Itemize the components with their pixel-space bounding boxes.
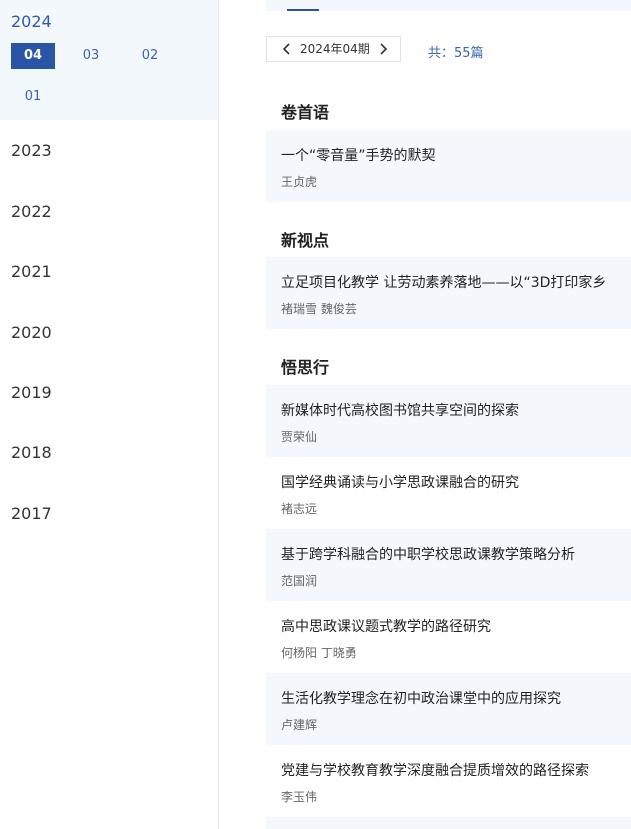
article-authors: 褚志远 <box>281 502 318 516</box>
article-authors: 褚瑞雪 魏俊芸 <box>281 302 357 316</box>
year-2017[interactable]: 2017 <box>11 504 52 523</box>
issue-label[interactable]: 2024年04期 <box>300 37 370 61</box>
article-card-partial <box>266 817 631 829</box>
year-2023[interactable]: 2023 <box>11 141 52 160</box>
year-2020[interactable]: 2020 <box>11 323 52 342</box>
article-authors: 卢建辉 <box>281 718 318 732</box>
article-card[interactable]: 国学经典诵读与小学思政课融合的研究 褚志远 <box>266 457 631 529</box>
article-authors: 贾荣仙 <box>281 430 318 444</box>
chevron-left-icon[interactable] <box>279 37 295 61</box>
article-title[interactable]: 立足项目化教学 让劳动素养落地——以“3D打印家乡 <box>281 272 606 292</box>
section-title: 悟思行 <box>281 358 330 377</box>
issue-selector: 2024年04期 <box>266 36 401 62</box>
article-title[interactable]: 新媒体时代高校图书馆共享空间的探索 <box>281 400 519 420</box>
article-title[interactable]: 一个“零音量”手势的默契 <box>281 145 436 165</box>
article-card[interactable]: 高中思政课议题式教学的路径研究 何杨阳 丁晓勇 <box>266 601 631 673</box>
article-authors: 何杨阳 丁晓勇 <box>281 646 357 660</box>
article-card[interactable]: 基于跨学科融合的中职学校思政课教学策略分析 范国润 <box>266 529 631 601</box>
article-card[interactable]: 一个“零音量”手势的默契 王贞虎 <box>266 130 631 202</box>
article-card[interactable]: 新媒体时代高校图书馆共享空间的探索 贾荣仙 <box>266 385 631 457</box>
article-card[interactable]: 立足项目化教学 让劳动素养落地——以“3D打印家乡 褚瑞雪 魏俊芸 <box>266 257 631 329</box>
year-sidebar: 2024 04 03 02 01 2023 2022 2021 2020 201… <box>0 0 219 829</box>
section-title: 卷首语 <box>281 103 330 122</box>
article-title[interactable]: 国学经典诵读与小学思政课融合的研究 <box>281 472 519 492</box>
section-title: 新视点 <box>281 231 330 250</box>
year-2019[interactable]: 2019 <box>11 383 52 402</box>
article-authors: 范国润 <box>281 574 318 588</box>
month-04[interactable]: 04 <box>11 43 55 69</box>
article-card[interactable]: 党建与学校教育教学深度融合提质增效的路径探索 李玉伟 <box>266 745 631 817</box>
year-2024[interactable]: 2024 <box>11 12 52 31</box>
article-title[interactable]: 基于跨学科融合的中职学校思政课教学策略分析 <box>281 544 575 564</box>
article-title[interactable]: 生活化教学理念在初中政治课堂中的应用探究 <box>281 688 561 708</box>
month-02[interactable]: 02 <box>128 43 172 69</box>
article-authors: 李玉伟 <box>281 790 318 804</box>
month-03[interactable]: 03 <box>69 43 113 69</box>
month-01[interactable]: 01 <box>11 84 55 110</box>
active-tab-indicator <box>287 9 319 11</box>
article-title[interactable]: 党建与学校教育教学深度融合提质增效的路径探索 <box>281 760 589 780</box>
tab-strip <box>266 0 631 11</box>
article-authors: 王贞虎 <box>281 175 318 189</box>
article-title[interactable]: 高中思政课议题式教学的路径研究 <box>281 616 491 636</box>
year-2018[interactable]: 2018 <box>11 443 52 462</box>
article-card[interactable]: 生活化教学理念在初中政治课堂中的应用探究 卢建辉 <box>266 673 631 745</box>
chevron-right-icon[interactable] <box>375 37 391 61</box>
year-2022[interactable]: 2022 <box>11 202 52 221</box>
article-count: 共：55篇 <box>428 46 484 61</box>
year-2021[interactable]: 2021 <box>11 262 52 281</box>
